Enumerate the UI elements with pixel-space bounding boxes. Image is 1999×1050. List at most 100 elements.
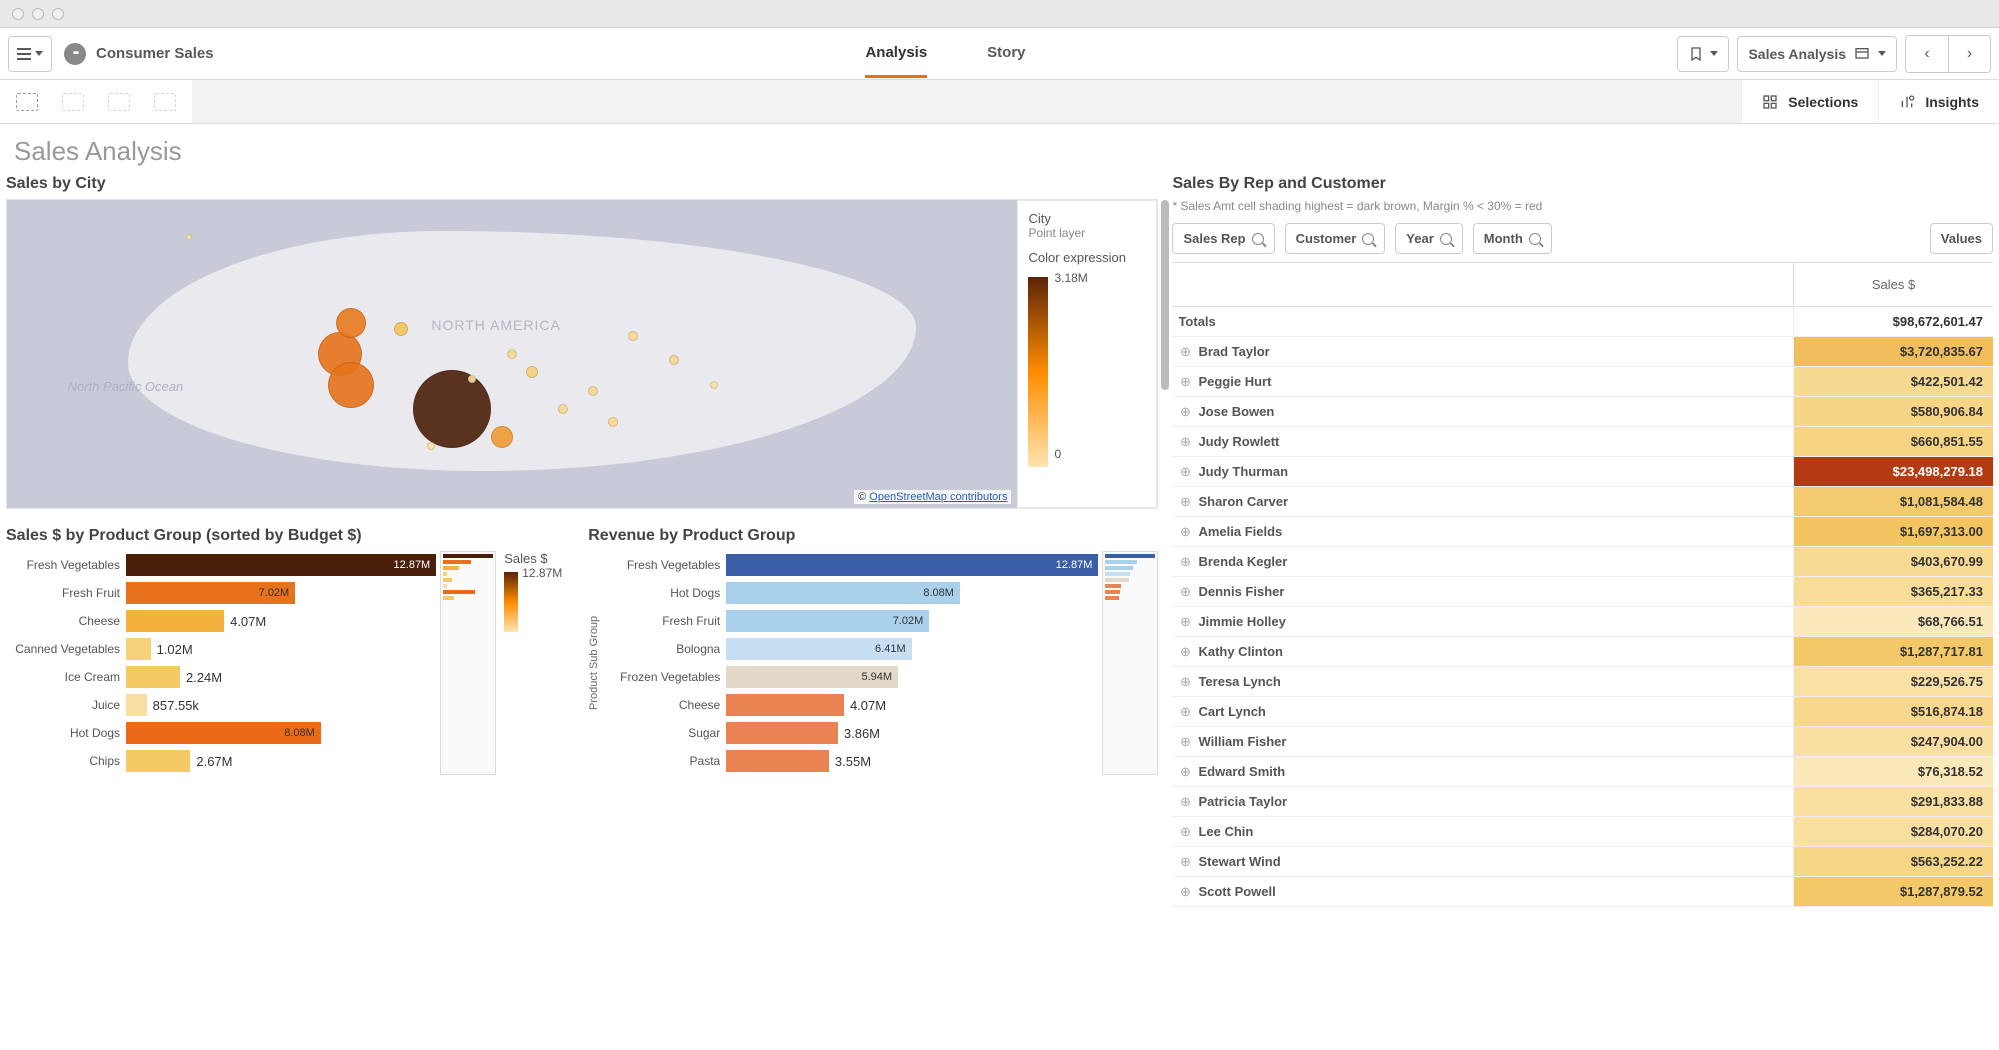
dimension-selector[interactable]: Sales Rep xyxy=(1172,223,1274,254)
expand-icon[interactable]: ⊕ xyxy=(1172,494,1198,510)
map-bubble[interactable] xyxy=(507,349,517,359)
table-row[interactable]: ⊕Scott Powell$1,287,879.52 xyxy=(1172,877,1993,907)
table-row[interactable]: ⊕Stewart Wind$563,252.22 xyxy=(1172,847,1993,877)
expand-icon[interactable]: ⊕ xyxy=(1172,794,1198,810)
map-bubble[interactable] xyxy=(394,322,408,336)
tab-analysis[interactable]: Analysis xyxy=(865,30,927,78)
map-bubble[interactable] xyxy=(186,234,192,240)
prev-sheet-button[interactable]: ‹ xyxy=(1906,36,1948,72)
table-row[interactable]: ⊕Patricia Taylor$291,833.88 xyxy=(1172,787,1993,817)
dimension-selector[interactable]: Customer xyxy=(1285,223,1386,254)
bar[interactable]: 8.08M xyxy=(726,582,960,604)
revenue-by-product-group-chart[interactable]: Product Sub Group Fresh VegetablesHot Do… xyxy=(588,551,1158,775)
chart2-minimap[interactable] xyxy=(1102,551,1158,775)
table-row[interactable]: ⊕Sharon Carver$1,081,584.48 xyxy=(1172,487,1993,517)
bar[interactable] xyxy=(726,750,829,772)
expand-icon[interactable]: ⊕ xyxy=(1172,884,1198,900)
scrollbar-thumb[interactable] xyxy=(1161,200,1169,390)
expand-icon[interactable]: ⊕ xyxy=(1172,734,1198,750)
table-row[interactable]: ⊕William Fisher$247,904.00 xyxy=(1172,727,1993,757)
map-bubble[interactable] xyxy=(608,417,618,427)
expand-icon[interactable]: ⊕ xyxy=(1172,704,1198,720)
expand-icon[interactable]: ⊕ xyxy=(1172,854,1198,870)
map-bubble[interactable] xyxy=(710,381,718,389)
table-row[interactable]: ⊕Peggie Hurt$422,501.42 xyxy=(1172,367,1993,397)
table-row[interactable]: ⊕Edward Smith$76,318.52 xyxy=(1172,757,1993,787)
col-header-sales[interactable]: Sales $ xyxy=(1793,263,1993,306)
map-bubble[interactable] xyxy=(336,308,366,338)
next-sheet-button[interactable]: › xyxy=(1948,36,1990,72)
bar[interactable] xyxy=(726,694,844,716)
expand-icon[interactable]: ⊕ xyxy=(1172,824,1198,840)
expand-icon[interactable]: ⊕ xyxy=(1172,614,1198,630)
table-row[interactable]: ⊕Jose Bowen$580,906.84 xyxy=(1172,397,1993,427)
selections-button[interactable]: Selections xyxy=(1741,80,1878,123)
bar[interactable]: 7.02M xyxy=(126,582,295,604)
sales-by-city-map[interactable]: North Pacific Ocean NORTH AMERICA © Open… xyxy=(6,199,1158,509)
traffic-light-minimize[interactable] xyxy=(32,8,44,20)
map-bubble[interactable] xyxy=(427,442,435,450)
sheet-selector[interactable]: Sales Analysis xyxy=(1737,36,1897,72)
expand-icon[interactable]: ⊕ xyxy=(1172,554,1198,570)
table-row[interactable]: ⊕Cart Lynch$516,874.18 xyxy=(1172,697,1993,727)
clear-selections-icon[interactable] xyxy=(154,93,176,111)
sales-by-product-group-chart[interactable]: Fresh VegetablesFresh FruitCheeseCanned … xyxy=(6,551,576,775)
step-forward-icon[interactable] xyxy=(108,93,130,111)
bar[interactable]: 7.02M xyxy=(726,610,929,632)
map-bubble[interactable] xyxy=(491,426,513,448)
tab-story[interactable]: Story xyxy=(987,30,1025,78)
map-bubble[interactable] xyxy=(468,375,476,383)
map-bubble[interactable] xyxy=(669,355,679,365)
insights-button[interactable]: Insights xyxy=(1878,80,1999,123)
rep-customer-table[interactable]: Sales $ Totals $98,672,601.47 ⊕Brad Tayl… xyxy=(1172,262,1993,907)
map-bubble[interactable] xyxy=(628,331,638,341)
bar[interactable] xyxy=(126,638,151,660)
expand-icon[interactable]: ⊕ xyxy=(1172,524,1198,540)
table-row[interactable]: ⊕Judy Rowlett$660,851.55 xyxy=(1172,427,1993,457)
table-row[interactable]: ⊕Brenda Kegler$403,670.99 xyxy=(1172,547,1993,577)
bar[interactable]: 5.94M xyxy=(726,666,898,688)
bar[interactable] xyxy=(126,694,147,716)
expand-icon[interactable]: ⊕ xyxy=(1172,644,1198,660)
bar[interactable] xyxy=(126,750,190,772)
expand-icon[interactable]: ⊕ xyxy=(1172,404,1198,420)
main-menu-button[interactable] xyxy=(8,36,52,72)
bookmark-button[interactable] xyxy=(1677,36,1729,72)
smart-search-icon[interactable] xyxy=(16,93,38,111)
bar[interactable] xyxy=(126,666,180,688)
expand-icon[interactable]: ⊕ xyxy=(1172,674,1198,690)
table-row[interactable]: ⊕Teresa Lynch$229,526.75 xyxy=(1172,667,1993,697)
table-row[interactable]: ⊕Dennis Fisher$365,217.33 xyxy=(1172,577,1993,607)
table-row[interactable]: ⊕Jimmie Holley$68,766.51 xyxy=(1172,607,1993,637)
table-row[interactable]: ⊕Judy Thurman$23,498,279.18 xyxy=(1172,457,1993,487)
expand-icon[interactable]: ⊕ xyxy=(1172,434,1198,450)
traffic-light-close[interactable] xyxy=(12,8,24,20)
expand-icon[interactable]: ⊕ xyxy=(1172,344,1198,360)
expand-icon[interactable]: ⊕ xyxy=(1172,374,1198,390)
osm-link[interactable]: OpenStreetMap contributors xyxy=(869,491,1007,503)
values-button[interactable]: Values xyxy=(1930,223,1993,254)
bar[interactable] xyxy=(726,722,838,744)
expand-icon[interactable]: ⊕ xyxy=(1172,464,1198,480)
map-bubble[interactable] xyxy=(558,404,568,414)
bar[interactable]: 8.08M xyxy=(126,722,321,744)
traffic-light-zoom[interactable] xyxy=(52,8,64,20)
bar[interactable]: 12.87M xyxy=(126,554,436,576)
dimension-selector[interactable]: Month xyxy=(1473,223,1552,254)
table-row[interactable]: ⊕Kathy Clinton$1,287,717.81 xyxy=(1172,637,1993,667)
map-bubble[interactable] xyxy=(588,386,598,396)
map-bubble[interactable] xyxy=(526,366,538,378)
dimension-selector[interactable]: Year xyxy=(1395,223,1462,254)
map-bubble[interactable] xyxy=(328,362,374,408)
table-row[interactable]: ⊕Lee Chin$284,070.20 xyxy=(1172,817,1993,847)
chart1-minimap[interactable] xyxy=(440,551,496,775)
step-back-icon[interactable] xyxy=(62,93,84,111)
map-bubble[interactable] xyxy=(413,370,491,448)
table-row[interactable]: ⊕Amelia Fields$1,697,313.00 xyxy=(1172,517,1993,547)
bar[interactable]: 12.87M xyxy=(726,554,1098,576)
bar[interactable] xyxy=(126,610,224,632)
expand-icon[interactable]: ⊕ xyxy=(1172,584,1198,600)
bar[interactable]: 6.41M xyxy=(726,638,911,660)
expand-icon[interactable]: ⊕ xyxy=(1172,764,1198,780)
table-row[interactable]: ⊕Brad Taylor$3,720,835.67 xyxy=(1172,337,1993,367)
